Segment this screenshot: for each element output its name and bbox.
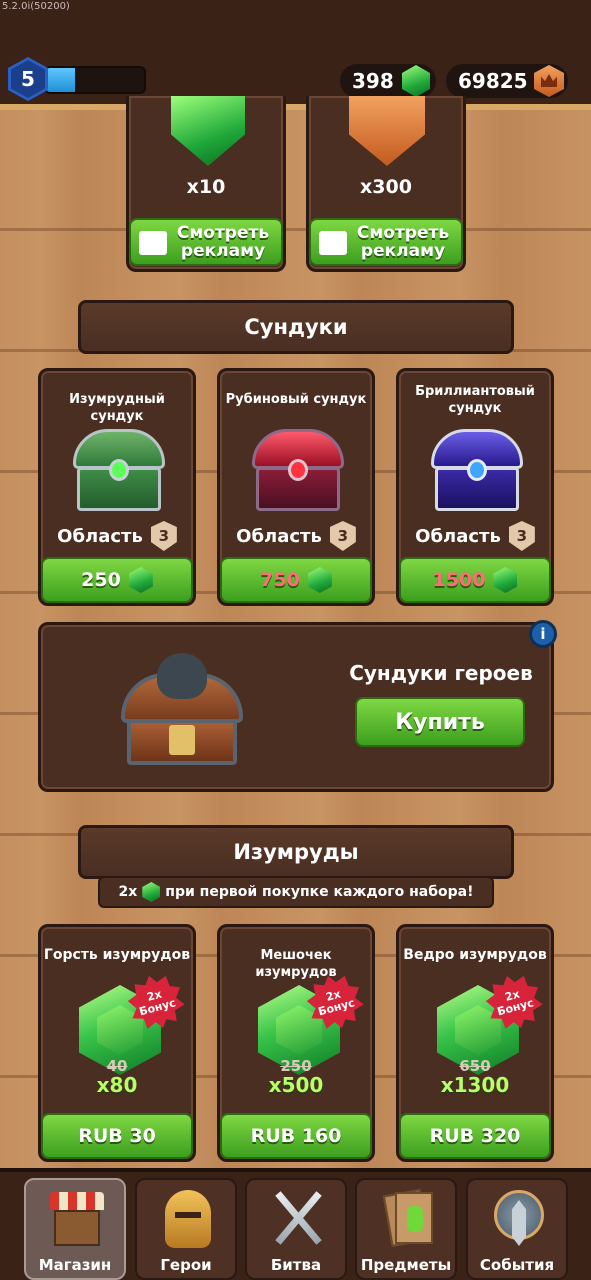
- promo-text: при первой покупке каждого набора!: [165, 884, 474, 900]
- area-badge: 3: [508, 521, 535, 551]
- nav-label: Герои: [160, 1256, 212, 1274]
- cards-icon: [381, 1186, 435, 1250]
- hero-chests-panel: Сундуки героев Купить: [38, 622, 554, 792]
- xp-fill: [46, 68, 76, 92]
- pack-title: Ведро изумрудов: [403, 947, 547, 963]
- top-bar: 5.2.0i(50200) 5 398 69825: [0, 0, 591, 110]
- area-label: Область: [415, 525, 501, 547]
- hero-chest-icon: [121, 653, 243, 765]
- gem-icon: [128, 567, 153, 593]
- version-text: 5.2.0i(50200): [2, 1, 70, 12]
- new-amount: x500: [268, 1073, 324, 1097]
- gem-icon: [142, 882, 161, 902]
- chest-card-ruby[interactable]: Рубиновый сундук Область 3 750: [217, 368, 375, 606]
- section-banner-chests: Сундуки: [78, 300, 514, 354]
- nav-label: События: [479, 1256, 555, 1274]
- nav-tab-battle[interactable]: Битва: [245, 1178, 347, 1280]
- buy-button[interactable]: 1500: [399, 557, 551, 603]
- gem-icon: [307, 567, 332, 593]
- gem-pack-card[interactable]: Горсть изумрудов 2x Бонус 40 x80 RUB 30: [38, 924, 196, 1162]
- bottom-nav: Магазин Герои Битва Предметы События: [0, 1168, 591, 1280]
- crowns-counter[interactable]: 69825: [446, 64, 568, 98]
- ad-amount: x300: [360, 176, 412, 198]
- area-row: Область 3: [399, 521, 551, 551]
- level-badge[interactable]: 5: [8, 57, 48, 101]
- shop-icon: [50, 1186, 104, 1250]
- nav-label: Предметы: [360, 1256, 452, 1274]
- emblem-icon: [492, 1186, 546, 1250]
- chest-title: Рубиновый сундук: [225, 392, 367, 407]
- nav-tab-items[interactable]: Предметы: [355, 1178, 457, 1280]
- gem-pack-card[interactable]: Ведро изумрудов 2x Бонус 650 x1300 RUB 32…: [396, 924, 554, 1162]
- buy-button[interactable]: RUB 30: [41, 1113, 193, 1159]
- area-label: Область: [236, 525, 322, 547]
- watch-ad-label: рекламу: [180, 241, 266, 261]
- ad-card-gems: x10 Смотреть рекламу: [126, 96, 286, 272]
- pack-title: Горсть изумрудов: [43, 947, 191, 963]
- gem-icon: [402, 65, 430, 97]
- area-row: Область 3: [41, 521, 193, 551]
- chest-title-line: сундук: [448, 401, 502, 416]
- gem-icon: [493, 567, 518, 593]
- promo-strip: 2x при первой покупке каждого набора!: [98, 876, 494, 908]
- buy-hero-chest-button[interactable]: Купить: [355, 697, 525, 747]
- watch-ad-label: Смотреть: [176, 223, 270, 243]
- nav-tab-heroes[interactable]: Герои: [135, 1178, 237, 1280]
- chest-card-emerald[interactable]: Изумрудный сундук Область 3 250: [38, 368, 196, 606]
- chest-title: Бриллиантовый сундук: [399, 383, 551, 417]
- chest-title: Изумрудный сундук: [69, 392, 165, 424]
- ad-amount: x10: [186, 176, 226, 198]
- nav-label: Магазин: [38, 1256, 112, 1274]
- crown-icon: [349, 96, 425, 166]
- promo-multiplier: 2x: [118, 884, 138, 900]
- xp-bar: [44, 66, 146, 94]
- buy-button[interactable]: RUB 320: [399, 1113, 551, 1159]
- buy-button[interactable]: 250: [41, 557, 193, 603]
- crown-icon: [534, 65, 564, 97]
- swords-icon: [271, 1186, 325, 1250]
- pack-title: Мешочек изумрудов: [255, 948, 337, 980]
- gem-pack-card[interactable]: Мешочек изумрудов 2x Бонус 250 x500 RUB 1…: [217, 924, 375, 1162]
- price: 250: [81, 569, 121, 591]
- area-badge: 3: [150, 521, 177, 551]
- watch-ad-button[interactable]: Смотреть рекламу: [309, 218, 463, 266]
- diamond-chest-icon: [431, 429, 523, 511]
- area-label: Область: [57, 525, 143, 547]
- section-banner-gems: Изумруды: [78, 825, 514, 879]
- gem-icon: [171, 96, 245, 166]
- nav-tab-shop[interactable]: Магазин: [24, 1178, 126, 1280]
- ad-card-crowns: x300 Смотреть рекламу: [306, 96, 466, 272]
- helmet-icon: [161, 1186, 215, 1250]
- chest-card-diamond[interactable]: Бриллиантовый сундук Область 3 1500: [396, 368, 554, 606]
- video-icon: [139, 231, 167, 255]
- watch-ad-button[interactable]: Смотреть рекламу: [129, 218, 283, 266]
- area-row: Область 3: [220, 521, 372, 551]
- new-amount: x80: [96, 1073, 138, 1097]
- level-number: 5: [21, 67, 35, 91]
- buy-button[interactable]: RUB 160: [220, 1113, 372, 1159]
- ruby-chest-icon: [252, 429, 344, 511]
- crowns-amount: 69825: [458, 69, 528, 93]
- watch-ad-label: рекламу: [360, 241, 446, 261]
- new-amount: x1300: [440, 1073, 510, 1097]
- video-icon: [319, 231, 347, 255]
- buy-button[interactable]: 750: [220, 557, 372, 603]
- gems-counter[interactable]: 398: [340, 64, 436, 98]
- price: 750: [260, 569, 300, 591]
- info-icon[interactable]: i: [529, 620, 557, 648]
- gems-amount: 398: [352, 69, 394, 93]
- nav-label: Битва: [270, 1256, 322, 1274]
- hero-chests-title: Сундуки героев: [349, 661, 533, 685]
- emerald-chest-icon: [73, 429, 165, 511]
- chest-title-line: Бриллиантовый: [415, 384, 535, 399]
- watch-ad-label: Смотреть: [356, 223, 450, 243]
- area-badge: 3: [329, 521, 356, 551]
- price: 1500: [432, 569, 486, 591]
- nav-tab-events[interactable]: События: [466, 1178, 568, 1280]
